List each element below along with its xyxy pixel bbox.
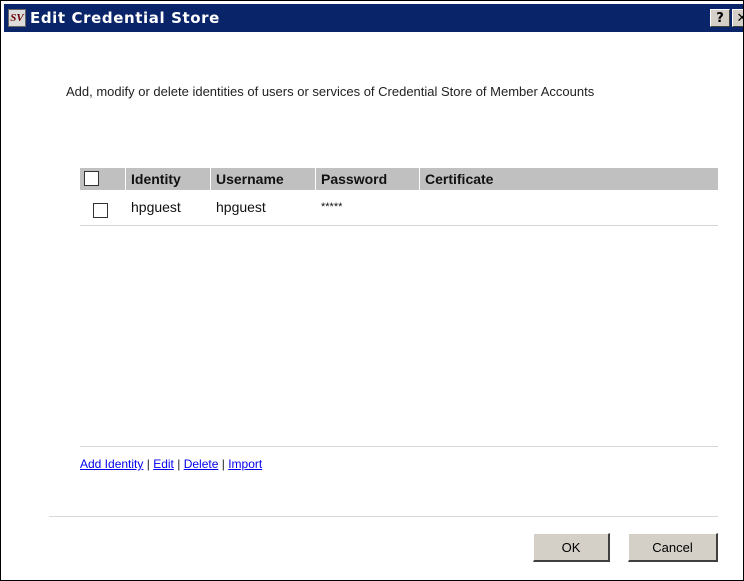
ok-button[interactable]: OK <box>533 533 610 562</box>
column-header-password[interactable]: Password <box>315 168 419 190</box>
app-icon: SV <box>8 9 26 27</box>
row-identity: hpguest <box>131 199 181 215</box>
edit-link[interactable]: Edit <box>153 457 174 471</box>
select-all-checkbox[interactable] <box>84 171 99 186</box>
table-row[interactable]: hpguest hpguest ***** <box>80 197 718 226</box>
grid-bottom-divider <box>80 446 718 447</box>
row-checkbox[interactable] <box>93 203 108 218</box>
link-separator: | <box>221 457 225 471</box>
import-link[interactable]: Import <box>228 457 262 471</box>
row-username: hpguest <box>216 199 266 215</box>
link-separator: | <box>146 457 150 471</box>
dialog-title: Edit Credential Store <box>30 9 220 27</box>
close-button[interactable]: ✕ <box>732 9 743 27</box>
add-identity-link[interactable]: Add Identity <box>80 457 143 471</box>
delete-link[interactable]: Delete <box>184 457 219 471</box>
edit-credential-store-dialog: SV Edit Credential Store ? ✕ Add, modify… <box>0 0 744 581</box>
footer-divider <box>49 516 718 517</box>
column-header-certificate[interactable]: Certificate <box>419 168 718 190</box>
cancel-button[interactable]: Cancel <box>628 533 718 562</box>
title-bar[interactable]: SV Edit Credential Store ? ✕ <box>4 4 743 32</box>
row-password: ***** <box>321 201 343 213</box>
description-text: Add, modify or delete identities of user… <box>66 84 595 99</box>
column-header-username[interactable]: Username <box>210 168 315 190</box>
help-button[interactable]: ? <box>710 9 730 27</box>
grid-header: Identity Username Password Certificate <box>80 168 718 190</box>
action-links: Add Identity | Edit | Delete | Import <box>80 457 262 471</box>
link-separator: | <box>177 457 181 471</box>
column-header-identity[interactable]: Identity <box>125 168 210 190</box>
